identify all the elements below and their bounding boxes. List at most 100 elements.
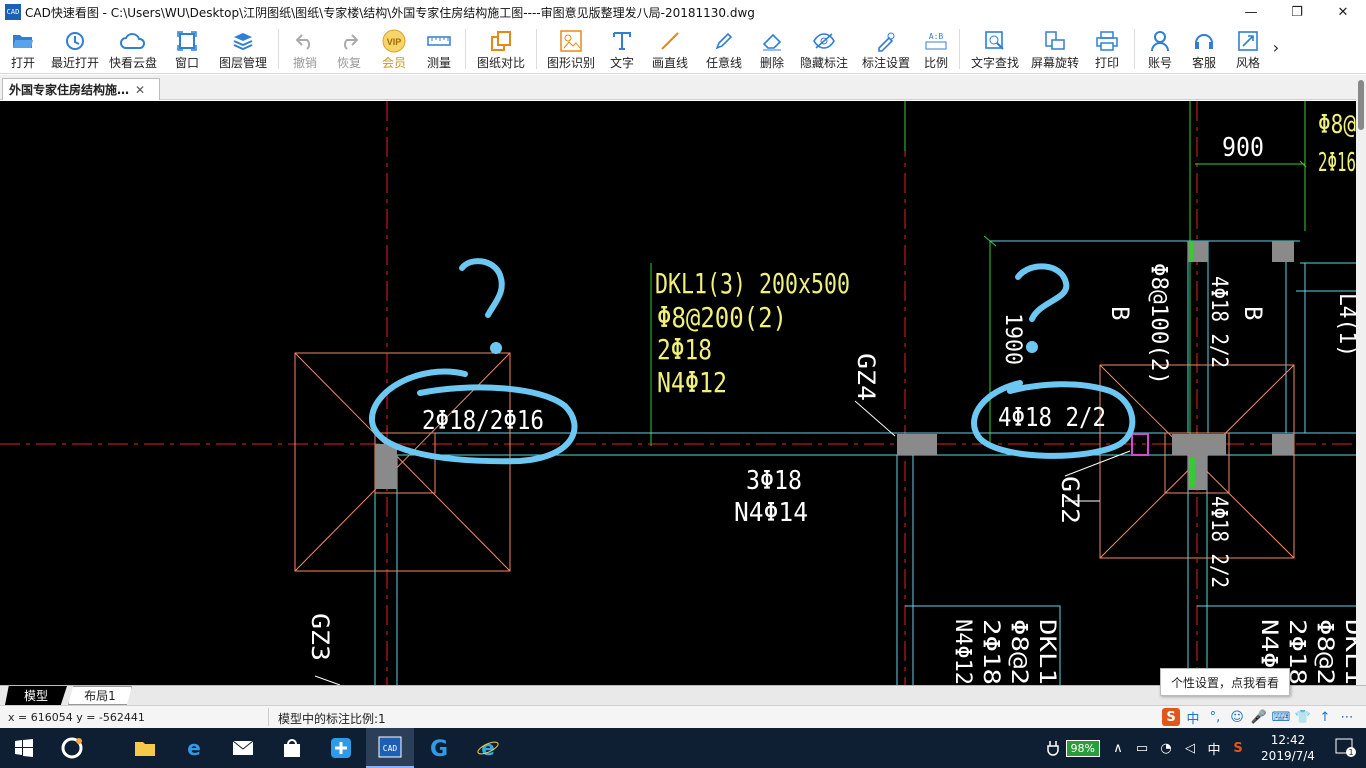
edge-icon: e — [187, 737, 201, 759]
task-app-file-explorer[interactable] — [121, 728, 169, 768]
chevron-up-icon[interactable]: ∧ — [1106, 741, 1130, 756]
shape-recognize-label: 图形识别 — [546, 56, 595, 70]
sogou-tray-icon[interactable]: S — [1226, 741, 1250, 756]
scrollbar-thumb[interactable] — [1358, 80, 1364, 130]
undo-button[interactable]: 撤销 — [283, 24, 327, 74]
text-search-button[interactable]: 文字查找 — [964, 24, 1026, 74]
input-language[interactable]: 中 — [1202, 739, 1226, 758]
tab-layout1[interactable]: 布局1 — [68, 686, 132, 705]
ruler-icon — [427, 36, 451, 46]
close-window-button[interactable]: ✕ — [1320, 0, 1366, 24]
draw-line-button[interactable]: 画直线 — [643, 24, 697, 74]
vertical-rebar-text-bottom: 4Φ18 2/2 — [1206, 496, 1231, 588]
personalize-tooltip[interactable]: 个性设置，点我看看 — [1160, 668, 1291, 696]
task-app-mail[interactable] — [219, 728, 267, 768]
volume-icon[interactable]: ◁ — [1178, 741, 1202, 756]
delete-button[interactable]: 删除 — [751, 24, 793, 74]
task-app-internet-explorer[interactable]: e — [464, 728, 512, 768]
dkl-right-1: DKL1 — [1340, 619, 1356, 685]
start-button[interactable] — [0, 728, 48, 768]
task-app-browser-g[interactable]: G — [415, 728, 463, 768]
style-button[interactable]: 风格 — [1227, 24, 1269, 74]
drawing-canvas[interactable]: DKL1(3) 200x500 Φ8@200(2) 2Φ18 N4Φ12 Φ8@… — [0, 101, 1356, 685]
rotate-screen-icon — [1045, 31, 1065, 50]
battery-indicator[interactable]: 98% — [1065, 739, 1100, 757]
task-app-browser-chrome[interactable] — [48, 728, 96, 768]
notification-center-button[interactable]: 1 — [1326, 738, 1366, 758]
wifi-icon[interactable]: ◔ — [1154, 741, 1178, 756]
store-icon — [284, 739, 300, 757]
compare-label: 图纸对比 — [476, 56, 525, 70]
tab-model[interactable]: 模型 — [5, 686, 67, 705]
microphone-icon[interactable]: 🎤 — [1250, 708, 1268, 726]
freehand-button[interactable]: 任意线 — [697, 24, 751, 74]
ime-more-icon[interactable]: ⋯ — [1338, 708, 1356, 726]
redo-button[interactable]: 恢复 — [327, 24, 371, 74]
svg-text:1: 1 — [1348, 748, 1353, 757]
maximize-button[interactable]: ❐ — [1274, 0, 1320, 24]
undo-label: 撤销 — [292, 56, 317, 70]
document-tab[interactable]: 外国专家住房结构施… ✕ — [2, 78, 160, 100]
clock[interactable]: 12:42 2019/7/4 — [1250, 732, 1326, 764]
rotate-screen-button[interactable]: 屏幕旋转 — [1026, 24, 1084, 74]
network-icon[interactable]: ▭ — [1130, 741, 1154, 756]
app-logo-icon: CAD — [5, 4, 21, 20]
dkl-lower-1: DKL1 — [1034, 619, 1059, 685]
task-app-cad-viewer[interactable]: CAD — [366, 728, 414, 768]
support-button[interactable]: 客服 — [1181, 24, 1227, 74]
folder-open-icon — [13, 35, 33, 48]
skin-icon[interactable]: 👕 — [1294, 708, 1312, 726]
upload-icon[interactable]: ↑ — [1316, 708, 1334, 726]
text-search-label: 文字查找 — [970, 56, 1019, 70]
vip-label: 会员 — [381, 56, 406, 70]
notification-icon: 1 — [1335, 738, 1356, 757]
dimension-1900-text: 1900 — [1000, 313, 1025, 365]
window-icon — [177, 31, 197, 51]
annotation-settings-button[interactable]: 标注设置 — [855, 24, 917, 74]
svg-text:e: e — [187, 737, 201, 759]
history-icon — [66, 32, 84, 50]
scale-icon: A:B — [925, 32, 947, 50]
hide-annotation-button[interactable]: 隐藏标注 — [793, 24, 855, 74]
task-app-edge[interactable]: e — [170, 728, 218, 768]
print-button[interactable]: 打印 — [1084, 24, 1130, 74]
keyboard-icon[interactable]: ⌨ — [1272, 708, 1291, 726]
measure-button[interactable]: 测量 — [417, 24, 461, 74]
window-label: 窗口 — [174, 56, 199, 70]
cloud-disk-button[interactable]: 快看云盘 — [104, 24, 162, 74]
window-button[interactable]: 窗口 — [162, 24, 212, 74]
document-tab-strip: 外国专家住房结构施… ✕ — [0, 75, 1366, 100]
toolbar-more-button[interactable]: › — [1269, 24, 1283, 74]
compare-button[interactable]: 图纸对比 — [470, 24, 532, 74]
time-text: 12:42 — [1270, 733, 1306, 747]
window-title: CAD快速看图 - C:\Users\WU\Desktop\江阴图纸\图纸\专家… — [25, 5, 755, 20]
vip-button[interactable]: VIP 会员 — [371, 24, 417, 74]
emoji-icon[interactable]: ☺ — [1228, 708, 1246, 726]
open-button[interactable]: 打开 — [0, 24, 46, 74]
minimize-button[interactable]: — — [1228, 0, 1274, 24]
support-label: 客服 — [1191, 56, 1216, 70]
line-icon — [661, 32, 679, 50]
close-tab-icon[interactable]: ✕ — [135, 83, 145, 97]
recent-open-button[interactable]: 最近打开 — [46, 24, 104, 74]
scale-button[interactable]: A:B 比例 — [917, 24, 955, 74]
redo-icon — [344, 34, 359, 50]
shape-recognize-button[interactable]: 图形识别 — [541, 24, 601, 74]
ime-punctuation[interactable]: °, — [1206, 708, 1224, 726]
account-button[interactable]: 账号 — [1139, 24, 1181, 74]
text-search-icon — [985, 31, 1004, 50]
dimension-900-text: 900 — [1222, 133, 1264, 163]
redo-label: 恢复 — [336, 56, 361, 70]
sogou-logo-icon[interactable]: S — [1162, 708, 1180, 726]
vertical-stirrup-text: Φ8@100(2) — [1146, 263, 1171, 385]
open-label: 打开 — [10, 56, 35, 70]
annotation-scale-text: 模型中的标注比例:1 — [278, 712, 386, 726]
vertical-scrollbar[interactable] — [1356, 75, 1366, 685]
ime-chinese-mode[interactable]: 中 — [1184, 708, 1202, 727]
layer-manager-button[interactable]: 图层管理 — [212, 24, 274, 74]
task-app-store[interactable] — [268, 728, 316, 768]
task-app-tencent[interactable] — [317, 728, 365, 768]
text-button[interactable]: 文字 — [601, 24, 643, 74]
l4-label: L4(1) — [1334, 293, 1356, 357]
shape-recognize-icon — [560, 30, 582, 52]
